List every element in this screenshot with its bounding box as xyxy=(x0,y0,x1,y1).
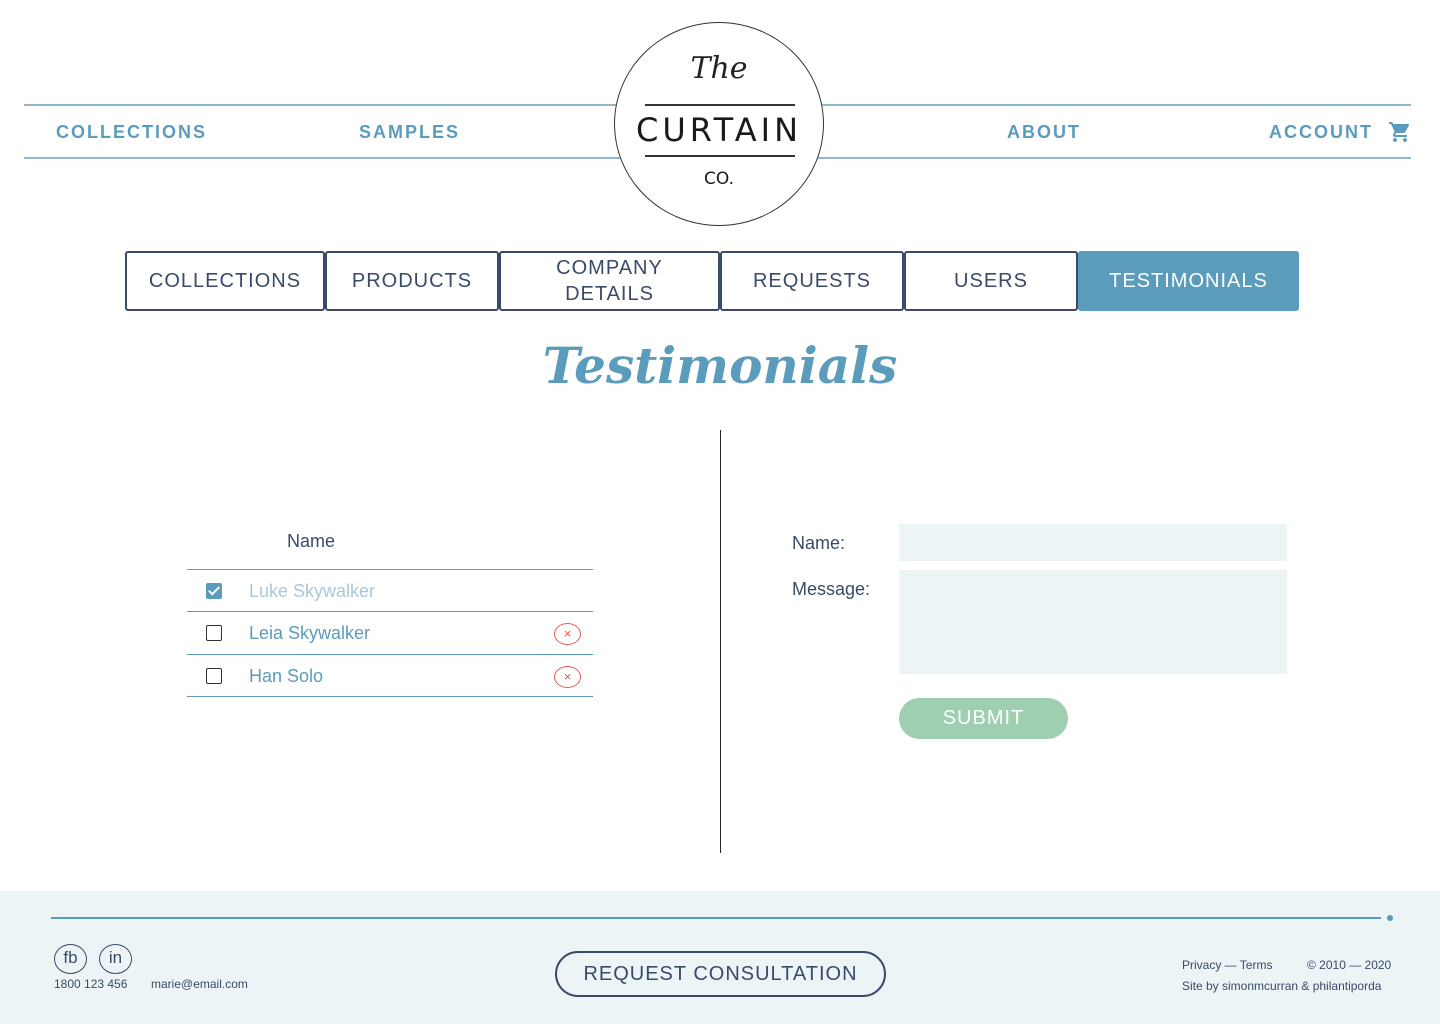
tab-products[interactable]: PRODUCTS xyxy=(325,251,499,311)
cart-icon[interactable] xyxy=(1388,120,1412,144)
section-divider xyxy=(720,430,721,853)
footer-phone: 1800 123 456 xyxy=(54,977,128,991)
list-item: Luke Skywalker xyxy=(187,569,593,612)
request-consultation-button[interactable]: REQUEST CONSULTATION xyxy=(555,951,886,997)
row-checkbox[interactable] xyxy=(206,583,222,599)
row-name: Luke Skywalker xyxy=(249,581,376,601)
row-name: Leia Skywalker xyxy=(249,623,371,643)
page-title: Testimonials xyxy=(542,336,898,395)
site-footer: fb in 1800 123 456 marie@email.com REQUE… xyxy=(0,891,1440,1024)
list-item: Leia Skywalker × xyxy=(187,611,593,654)
list-item: Han Solo × xyxy=(187,654,593,697)
row-checkbox[interactable] xyxy=(206,668,222,684)
footer-rule-dot xyxy=(1387,915,1393,921)
message-label: Message: xyxy=(792,579,871,599)
site-header: COLLECTIONS SAMPLES ABOUT ACCOUNT The CU… xyxy=(0,0,1440,230)
logo-co-text: CO. xyxy=(704,169,734,189)
name-field[interactable] xyxy=(899,524,1287,561)
footer-copyright: © 2010 — 2020 xyxy=(1307,958,1392,972)
nav-link-samples[interactable]: SAMPLES xyxy=(359,122,460,143)
footer-rule xyxy=(51,917,1381,919)
submit-button[interactable]: SUBMIT xyxy=(899,698,1068,739)
tab-users[interactable]: USERS xyxy=(904,251,1078,311)
nav-link-account[interactable]: ACCOUNT xyxy=(1269,122,1373,143)
footer-credit[interactable]: Site by simonmcurran & philantiporda xyxy=(1182,979,1381,993)
delete-button[interactable]: × xyxy=(554,623,581,645)
brand-logo[interactable]: The CURTAIN CO. xyxy=(614,22,824,226)
logo-rule-top xyxy=(645,104,795,106)
nav-link-collections[interactable]: COLLECTIONS xyxy=(56,122,207,143)
row-checkbox[interactable] xyxy=(206,625,222,641)
tab-company-details[interactable]: COMPANY DETAILS xyxy=(499,251,720,311)
message-field[interactable] xyxy=(899,570,1287,674)
close-icon: × xyxy=(563,669,572,684)
close-icon: × xyxy=(563,626,572,641)
row-name: Han Solo xyxy=(249,666,324,686)
facebook-icon[interactable]: fb xyxy=(54,944,87,974)
list-header-name: Name xyxy=(287,531,336,551)
delete-button[interactable]: × xyxy=(554,666,581,688)
logo-rule-bottom xyxy=(645,155,795,157)
linkedin-icon[interactable]: in xyxy=(99,944,132,974)
tab-requests[interactable]: REQUESTS xyxy=(720,251,904,311)
footer-legal-links[interactable]: Privacy — Terms xyxy=(1182,958,1272,972)
cart-icon-graphic xyxy=(1389,122,1410,142)
footer-email[interactable]: marie@email.com xyxy=(151,977,248,991)
name-label: Name: xyxy=(792,533,846,553)
nav-link-about[interactable]: ABOUT xyxy=(1007,122,1081,143)
logo-main-text: CURTAIN xyxy=(636,111,802,149)
tab-testimonials[interactable]: TESTIMONIALS xyxy=(1078,251,1299,311)
tab-collections[interactable]: COLLECTIONS xyxy=(125,251,325,311)
logo-the-text: The xyxy=(690,51,748,86)
